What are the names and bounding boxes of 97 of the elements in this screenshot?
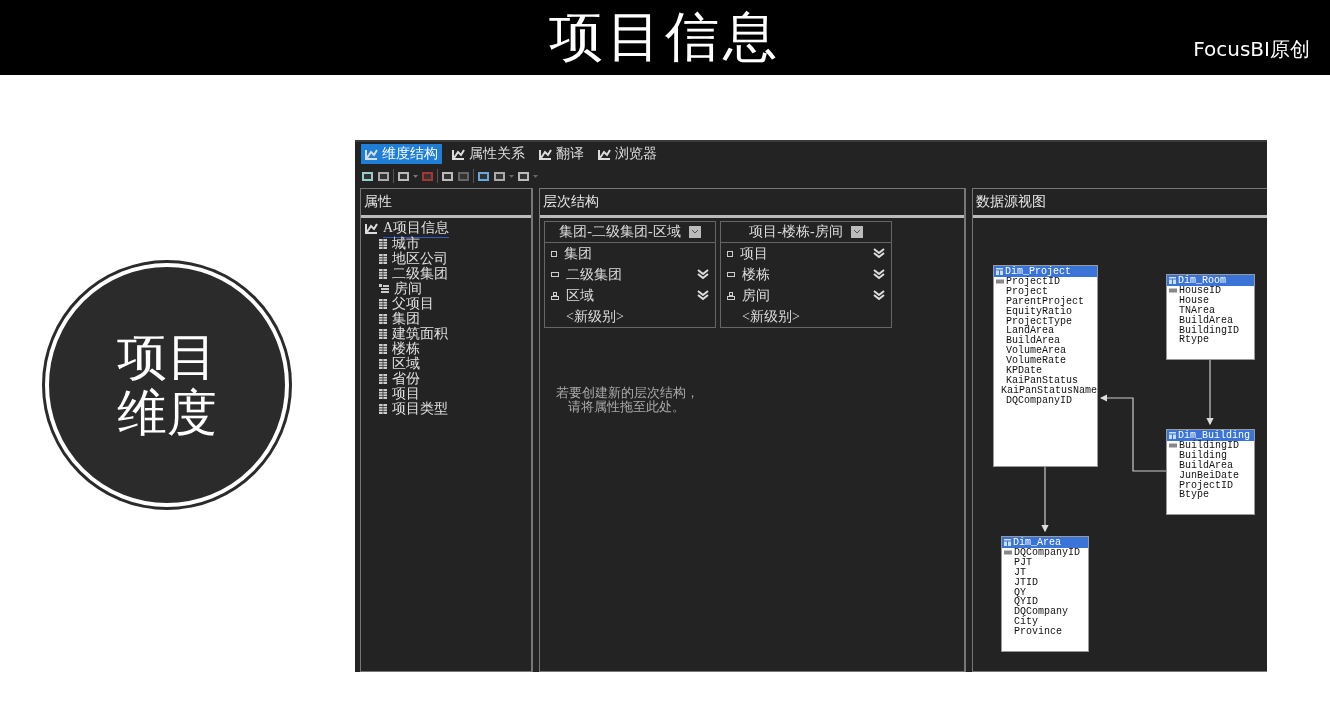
attribute-icon [379,268,387,279]
column-name: ParentProject [1006,296,1084,307]
column-name: BuildingID [1179,325,1239,336]
table-node[interactable]: Dim_Project ProjectID Project ParentProject EquityRatio ProjectType LandArea BuildArea VolumeArea VolumeRate KPDate KaiPanStatus KaiPanStatusName DQCompanyID [993,265,1098,467]
column-name: HouseID [1179,285,1221,296]
table-node[interactable]: Dim_Building BuildingID Building BuildArea JunBeiDate ProjectID Btype [1166,429,1255,515]
double-chevron-icon [697,290,709,301]
collapse-icon[interactable] [850,226,863,238]
level-item[interactable]: 房间 [742,286,866,305]
attribute-icon [379,343,387,354]
table-icon [1169,277,1176,284]
level-item[interactable]: 二级集团 [566,265,690,284]
attribute-icon [379,388,387,399]
column-name: QYID [1014,597,1038,608]
dimension-icon [598,148,611,160]
hierarchy-name[interactable]: 项目-楼栋-房间 [749,223,843,241]
table-name: Dim_Area [1013,537,1061,548]
dimension-icon [539,148,552,160]
table-node[interactable]: Dim_Area DQCompanyID PJT JT JTID QY QYID DQCompany City Province [1001,536,1089,652]
hierarchy-name[interactable]: 集团-二级集团-区域 [559,223,681,241]
dimension-icon [452,148,465,160]
column-name: DQCompanyID [1014,547,1080,558]
column-name: ProjectID [1179,480,1233,491]
panel-title: 数据源视图 [973,189,1267,218]
double-chevron-icon [873,269,885,280]
column-name: ProjectID [1006,276,1060,287]
attribute-icon [379,358,387,369]
column-name: BuildingID [1179,440,1239,451]
attribute-icon [379,238,387,249]
table-name: Dim_Room [1178,275,1226,286]
level-icon [551,272,559,277]
table-icon [1004,539,1011,546]
slide-title: 项目信息 [549,4,781,70]
attribute-icon [379,253,387,264]
connector-arrow [1206,358,1214,426]
column-name: TNArea [1179,305,1215,316]
column-name: PJT [1014,557,1032,568]
table-icon [1169,432,1176,439]
level-item[interactable]: 集团 [564,244,709,263]
column-name: Building [1179,450,1227,461]
dimension-icon [365,223,378,234]
level-item[interactable]: 项目 [740,244,866,263]
tab[interactable]: 维度结构 [361,144,442,164]
table-node[interactable]: Dim_Room HouseID House TNArea BuildArea BuildingID Rtype [1166,274,1255,360]
attribute-icon [379,313,387,324]
badge-text: 项目 [116,329,217,385]
level-icon [727,272,735,277]
table-icon [996,268,1003,275]
attribute-item[interactable]: 地区公司 [392,249,448,268]
panel-title: 层次结构 [540,189,964,218]
level-item[interactable]: 区域 [566,286,690,305]
column-name: KPDate [1006,365,1042,376]
column-name: BuildArea [1179,460,1233,471]
column-name: Rtype [1179,335,1209,346]
badge-text: 维度 [116,385,217,441]
column-name: Btype [1179,490,1209,501]
column-name: JTID [1014,577,1038,588]
column-name: EquityRatio [1006,306,1072,317]
new-level-item[interactable]: <新级别> [566,307,624,326]
credit-text: FocusBI原创 [1193,36,1310,63]
column-name: JunBeiDate [1179,470,1239,481]
attribute-icon [379,373,387,384]
column-name: House [1179,295,1209,306]
column-name: Project [1006,286,1048,297]
dimension-icon [365,148,378,160]
column-name: QY [1014,587,1026,598]
level-item[interactable]: 楼栋 [742,265,866,284]
attribute-icon [379,298,387,309]
table-name: Dim_Project [1005,266,1071,277]
column-name: BuildArea [1179,315,1233,326]
table-name: Dim_Building [1178,430,1250,441]
column-name: KaiPanStatus [1006,375,1078,386]
double-chevron-icon [873,290,885,301]
column-name: KaiPanStatusName [1001,385,1097,396]
double-chevron-icon [697,269,709,280]
column-name: Province [1014,627,1062,638]
attribute-icon [379,403,387,414]
key-attribute-icon [379,283,389,294]
tab[interactable]: 翻译 [535,144,588,164]
tab[interactable]: 属性关系 [448,144,529,164]
hint-text: 若要创建新的层次结构， [556,386,699,400]
hint-text: 请将属性拖至此处。 [568,400,685,414]
new-level-item[interactable]: <新级别> [742,307,800,326]
double-chevron-icon [873,248,885,259]
column-name: JT [1014,567,1026,578]
column-name: ProjectType [1006,316,1072,327]
tab[interactable]: 浏览器 [594,144,661,164]
column-name: VolumeRate [1006,356,1066,367]
level-icon [551,291,559,300]
level-icon [551,250,557,257]
level-icon [727,250,733,257]
attribute-icon [379,328,387,339]
column-name: DQCompanyID [1006,395,1072,406]
connector-arrow [1041,465,1049,533]
panel-title: 属性 [361,189,531,218]
level-icon [727,291,735,300]
collapse-icon[interactable] [688,226,701,238]
